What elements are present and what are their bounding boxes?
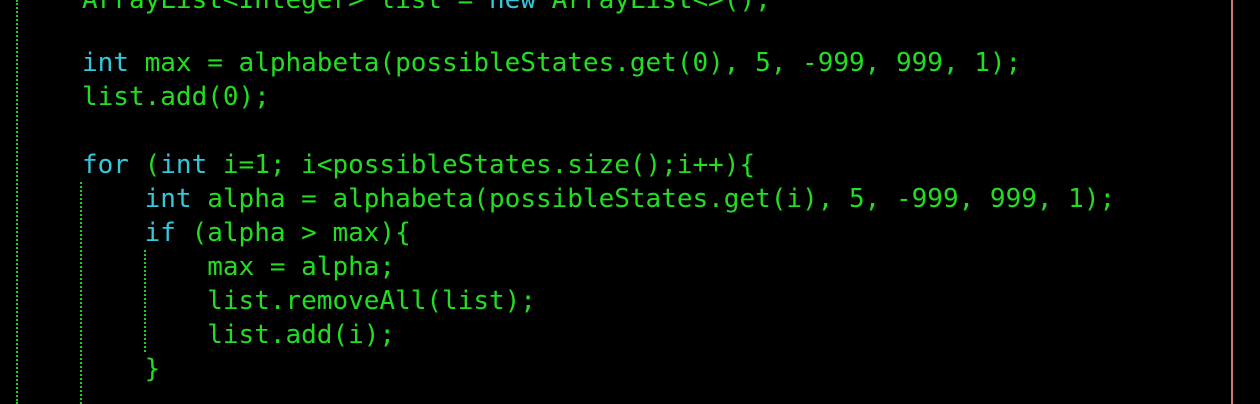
code-text: i=1; i<possibleStates.size();i++){ xyxy=(207,150,756,180)
code-line: for (int i=1; i<possibleStates.size();i+… xyxy=(82,148,755,182)
code-text: list.add(0); xyxy=(82,82,270,112)
code-keyword: for xyxy=(82,150,129,180)
code-editor[interactable]: ArrayList<Integer> list = new ArrayList<… xyxy=(0,0,1260,404)
code-line: if (alpha > max){ xyxy=(82,216,411,250)
code-text: alpha = alphabeta(possibleStates.get(i),… xyxy=(191,184,1116,214)
code-line: list.add(i); xyxy=(82,318,395,352)
indent-guide-outer xyxy=(16,0,18,404)
code-text: (alpha > max){ xyxy=(175,218,411,248)
code-keyword: int xyxy=(144,184,192,214)
right-margin-line xyxy=(1231,0,1233,404)
code-line: max = alpha; xyxy=(82,250,395,284)
code-line: list.add(0); xyxy=(82,80,270,114)
code-line: } xyxy=(82,352,161,386)
code-text: } xyxy=(144,354,161,384)
code-line: list.removeAll(list); xyxy=(82,284,536,318)
code-text: list.removeAll(list); xyxy=(207,286,536,316)
code-keyword: if xyxy=(144,218,176,248)
code-text: list.add(i); xyxy=(207,320,396,350)
code-text: max = alphabeta(possibleStates.get(0), 5… xyxy=(128,48,1022,78)
code-line: int max = alphabeta(possibleStates.get(0… xyxy=(82,46,1021,80)
code-text: ArrayList<>(); xyxy=(535,0,771,15)
code-keyword: new xyxy=(489,0,536,15)
code-keyword: int xyxy=(82,48,129,78)
code-line: int alpha = alphabeta(possibleStates.get… xyxy=(82,182,1116,216)
code-text: ArrayList<Integer> list = xyxy=(82,0,489,15)
code-text: ( xyxy=(128,150,161,180)
code-line: ArrayList<Integer> list = new ArrayList<… xyxy=(82,0,771,17)
code-keyword: int xyxy=(160,150,208,180)
code-text: max = alpha; xyxy=(207,252,396,282)
